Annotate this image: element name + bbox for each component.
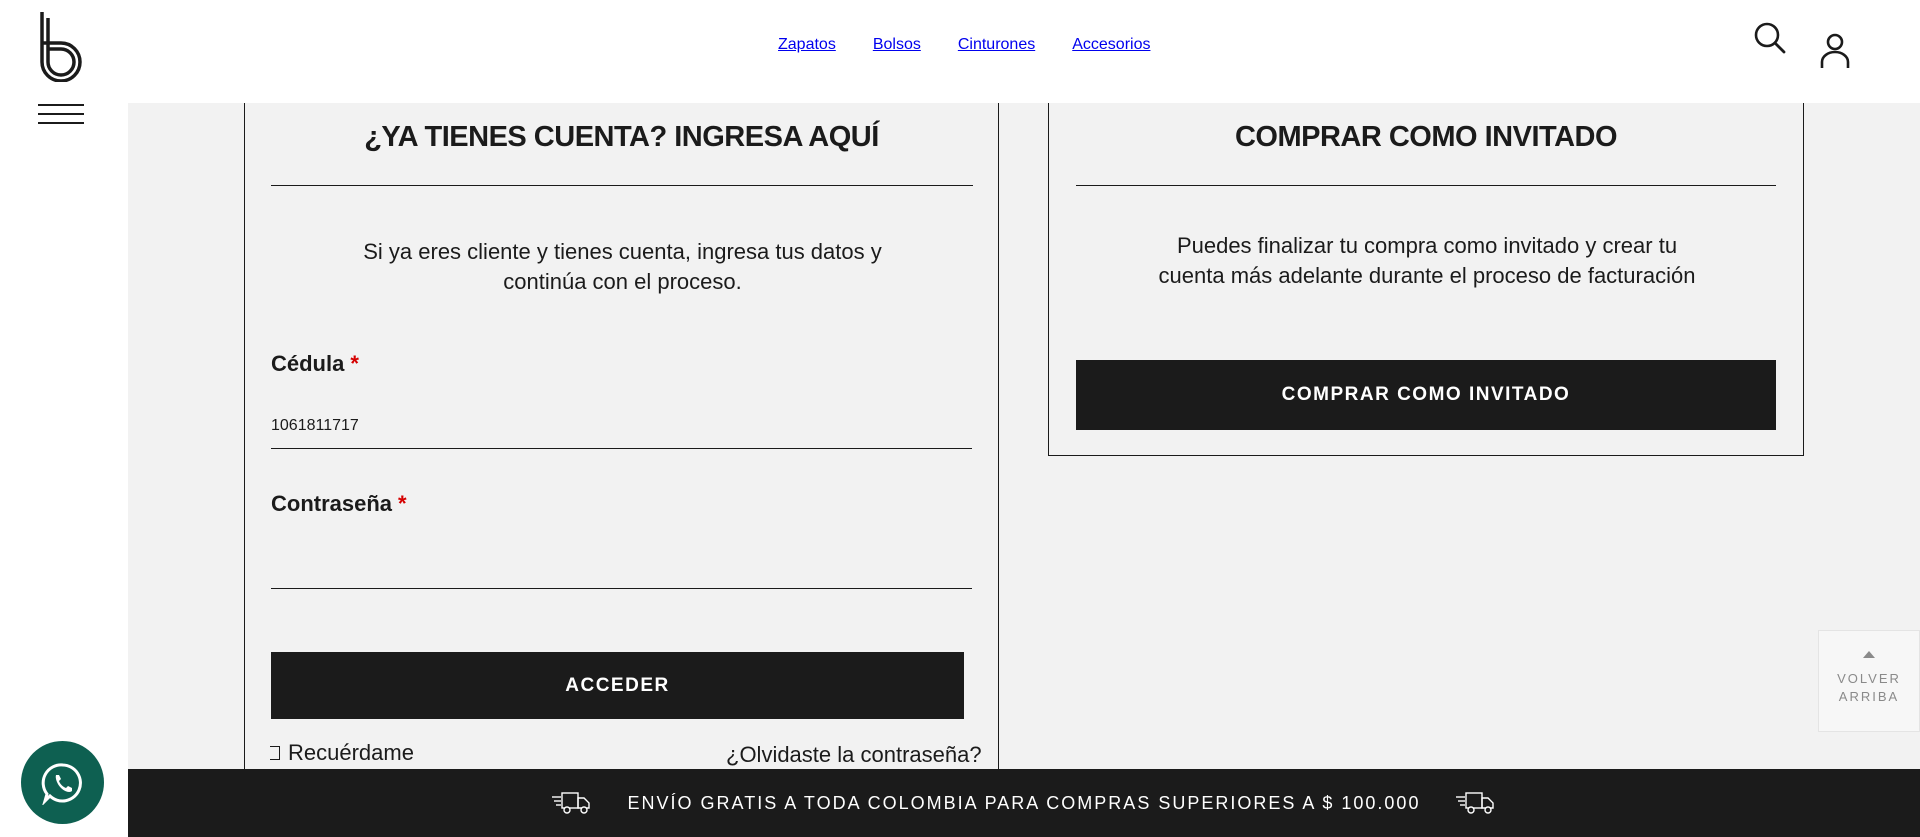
remember-me-checkbox[interactable]: Recuérdame	[270, 740, 414, 766]
remember-me-label: Recuérdame	[288, 740, 414, 765]
whatsapp-button[interactable]	[21, 741, 104, 824]
login-panel: ¿YA TIENES CUENTA? INGRESA AQUÍ Si ya er…	[244, 103, 999, 803]
whatsapp-icon	[41, 762, 82, 805]
guest-title: COMPRAR COMO INVITADO	[1234, 121, 1618, 153]
shipping-banner: ENVÍO GRATIS A TODA COLOMBIA PARA COMPRA…	[128, 769, 1920, 837]
checkbox-icon[interactable]	[270, 746, 280, 760]
divider	[271, 185, 973, 186]
login-submit-button[interactable]: ACCEDER	[271, 652, 964, 719]
password-label: Contraseña *	[271, 491, 407, 516]
user-icon[interactable]	[1818, 32, 1852, 70]
guest-description: Puedes finalizar tu compra como invitado…	[1158, 233, 1696, 288]
hamburger-menu-icon[interactable]	[38, 104, 84, 126]
guest-checkout-button[interactable]: COMPRAR COMO INVITADO	[1076, 360, 1776, 430]
login-title: ¿YA TIENES CUENTA? INGRESA AQUÍ	[364, 121, 879, 153]
forgot-password-link[interactable]: ¿Olvidaste la contraseña?	[726, 742, 982, 768]
back-to-top-button[interactable]: VOLVER ARRIBA	[1818, 630, 1920, 732]
back-to-top-label: VOLVER ARRIBA	[1837, 671, 1901, 704]
cedula-input[interactable]	[271, 403, 972, 449]
cedula-label: Cédula *	[271, 351, 359, 376]
guest-checkout-panel: COMPRAR COMO INVITADO Puedes finalizar t…	[1048, 103, 1804, 456]
arrow-up-icon	[1863, 651, 1875, 658]
left-rail	[0, 103, 128, 837]
site-header: Zapatos Bolsos Cinturones Accesorios	[0, 0, 1920, 103]
required-marker: *	[398, 491, 407, 516]
nav-item-bolsos[interactable]: Bolsos	[873, 36, 921, 54]
delivery-truck-icon	[1456, 792, 1495, 814]
shipping-banner-text: ENVÍO GRATIS A TODA COLOMBIA PARA COMPRA…	[627, 792, 1421, 813]
divider	[1076, 185, 1776, 186]
search-icon[interactable]	[1752, 20, 1788, 56]
nav-item-zapatos[interactable]: Zapatos	[778, 36, 836, 54]
login-description: Si ya eres cliente y tienes cuenta, ingr…	[363, 239, 882, 294]
nav-item-cinturones[interactable]: Cinturones	[958, 36, 1035, 54]
delivery-truck-icon	[551, 792, 590, 814]
password-input[interactable]	[271, 543, 972, 589]
brand-logo[interactable]	[36, 12, 86, 82]
required-marker: *	[350, 351, 359, 376]
main-nav: Zapatos Bolsos Cinturones Accesorios	[778, 36, 1150, 54]
nav-item-accesorios[interactable]: Accesorios	[1072, 36, 1150, 54]
